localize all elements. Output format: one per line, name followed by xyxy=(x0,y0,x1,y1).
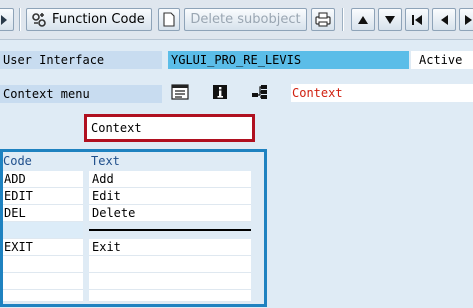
delete-subobject-label: Delete subobject xyxy=(190,12,301,27)
text-column-header: Text xyxy=(91,154,120,168)
function-code-icon xyxy=(31,12,47,28)
status-text: Active xyxy=(411,51,473,69)
menu-list-icon xyxy=(171,83,189,103)
text-cell[interactable]: Edit xyxy=(89,188,251,205)
text-cell[interactable] xyxy=(89,273,251,290)
hierarchy-icon xyxy=(251,84,269,103)
scroll-up-button[interactable] xyxy=(351,8,375,31)
triangle-down-icon xyxy=(384,15,396,25)
previous-page-button[interactable] xyxy=(432,8,456,31)
print-button[interactable] xyxy=(311,8,335,31)
previous-button[interactable] xyxy=(0,8,14,31)
code-column-header: Code xyxy=(3,154,32,168)
code-cell[interactable] xyxy=(3,273,83,290)
text-cell[interactable] xyxy=(89,290,251,302)
context-menu-label: Context menu xyxy=(0,85,162,103)
triangle-left-icon xyxy=(439,14,449,26)
expand-icon xyxy=(0,14,9,26)
printer-icon xyxy=(315,12,331,27)
scroll-down-button[interactable] xyxy=(378,8,402,31)
code-cell[interactable] xyxy=(3,222,83,239)
first-page-icon xyxy=(411,14,423,26)
code-cell[interactable]: DEL xyxy=(3,205,83,222)
next-page-button[interactable] xyxy=(459,8,473,31)
triangle-up-icon xyxy=(357,15,369,25)
code-cell[interactable] xyxy=(3,256,83,273)
separator-line xyxy=(89,229,251,231)
hierarchy-button[interactable] xyxy=(250,84,270,102)
code-cell[interactable]: EDIT xyxy=(3,188,83,205)
delete-subobject-button[interactable]: Delete subobject xyxy=(184,8,307,31)
blank-document-icon xyxy=(163,12,175,27)
code-cell[interactable]: ADD xyxy=(3,171,83,188)
menu-painter-button[interactable] xyxy=(170,83,190,103)
menu-title-text: Context xyxy=(91,121,142,135)
function-code-button[interactable]: Function Code xyxy=(26,8,152,31)
info-button[interactable] xyxy=(210,84,230,102)
first-page-button[interactable] xyxy=(405,8,429,31)
info-icon xyxy=(212,84,228,103)
code-cell[interactable]: EXIT xyxy=(3,239,83,256)
context-menu-title: Context xyxy=(291,84,473,102)
toolbar-separator xyxy=(342,8,344,31)
new-document-button[interactable] xyxy=(158,8,180,31)
text-cell[interactable] xyxy=(89,256,251,273)
function-code-label: Function Code xyxy=(52,12,145,27)
text-cell[interactable]: Exit xyxy=(89,239,251,256)
text-cell[interactable]: Add xyxy=(89,171,251,188)
menu-title-box[interactable]: Context xyxy=(84,114,255,142)
code-cell[interactable] xyxy=(3,290,83,302)
user-interface-field[interactable]: YGLUI_PRO_RE_LEVIS xyxy=(168,51,409,69)
application-toolbar: Function Code Delete subobject xyxy=(0,0,473,40)
triangle-right-icon xyxy=(464,14,473,26)
text-cell[interactable]: Delete xyxy=(89,205,251,222)
toolbar-separator xyxy=(19,8,21,31)
user-interface-label: User Interface xyxy=(0,51,162,69)
